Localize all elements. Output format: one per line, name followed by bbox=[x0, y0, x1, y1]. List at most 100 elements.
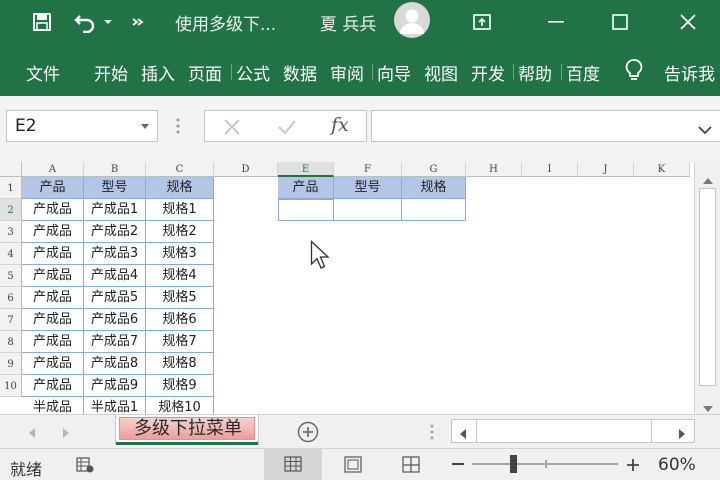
close-icon[interactable] bbox=[672, 0, 704, 44]
table-cell[interactable]: 产成品7 bbox=[84, 331, 146, 353]
table-cell[interactable]: 半成品1 bbox=[84, 397, 146, 414]
table-cell[interactable]: 产成品 bbox=[22, 243, 84, 265]
sheet-prev-icon[interactable] bbox=[28, 424, 36, 443]
undo-dropdown-icon[interactable] bbox=[100, 0, 116, 44]
table-cell[interactable]: 规格3 bbox=[146, 243, 214, 265]
scroll-left-icon[interactable] bbox=[459, 425, 467, 444]
table-cell[interactable]: 产成品8 bbox=[84, 353, 146, 375]
lightbulb-icon[interactable] bbox=[624, 58, 644, 86]
tab-wizard[interactable]: 向导 bbox=[377, 60, 411, 85]
table-cell[interactable]: 产成品2 bbox=[84, 221, 146, 243]
avatar[interactable] bbox=[394, 2, 430, 38]
column-header-j[interactable]: J bbox=[578, 162, 634, 177]
tab-home[interactable]: 开始 bbox=[94, 60, 128, 85]
row-header-5[interactable]: 5 bbox=[0, 265, 22, 287]
vertical-scroll-thumb[interactable] bbox=[699, 188, 716, 386]
table-cell[interactable]: 产成品 bbox=[22, 265, 84, 287]
row-header-2[interactable]: 2 bbox=[0, 199, 22, 221]
undo-icon[interactable] bbox=[70, 0, 100, 44]
worksheet-grid[interactable]: ABCDEFGHIJK 1 2 3 4 5 6 7 8 9 10 产品 型号 规格 产成品 产成品1 规格1… bbox=[0, 162, 694, 414]
horizontal-scrollbar[interactable] bbox=[451, 419, 695, 443]
vertical-scrollbar[interactable] bbox=[694, 162, 720, 414]
new-sheet-icon[interactable] bbox=[297, 421, 319, 447]
table-header-cell[interactable]: 型号 bbox=[84, 177, 146, 199]
scroll-up-icon[interactable] bbox=[702, 170, 714, 189]
drag-handle-icon[interactable] bbox=[176, 116, 180, 136]
column-header-k[interactable]: K bbox=[634, 162, 690, 177]
formula-input[interactable] bbox=[371, 110, 720, 142]
column-header-e[interactable]: E bbox=[278, 162, 334, 177]
page-layout-view-icon[interactable] bbox=[344, 456, 362, 477]
minimize-icon[interactable] bbox=[540, 0, 572, 44]
target-input-cell[interactable] bbox=[402, 199, 466, 221]
target-input-cell[interactable] bbox=[334, 199, 402, 221]
column-header-a[interactable]: A bbox=[22, 162, 84, 177]
page-break-view-icon[interactable] bbox=[402, 456, 420, 477]
column-header-i[interactable]: I bbox=[522, 162, 578, 177]
table-cell[interactable]: 产成品5 bbox=[84, 287, 146, 309]
expand-formula-icon[interactable] bbox=[698, 120, 712, 139]
table-cell[interactable]: 规格1 bbox=[146, 199, 214, 221]
tell-me-search[interactable]: 告诉我 bbox=[664, 60, 720, 85]
table-cell[interactable]: 规格2 bbox=[146, 221, 214, 243]
row-header-10[interactable]: 10 bbox=[0, 375, 22, 397]
table-cell[interactable]: 规格6 bbox=[146, 309, 214, 331]
table-cell[interactable]: 产成品 bbox=[22, 353, 84, 375]
tab-help[interactable]: 帮助 bbox=[518, 60, 552, 85]
sheet-tab-active[interactable]: 多级下拉菜单 bbox=[116, 415, 258, 445]
row-header-6[interactable]: 6 bbox=[0, 287, 22, 309]
table-header-cell[interactable]: 产品 bbox=[22, 177, 84, 199]
zoom-slider-thumb[interactable] bbox=[510, 455, 517, 473]
macro-record-icon[interactable] bbox=[76, 457, 94, 477]
table-cell[interactable]: 产成品 bbox=[22, 287, 84, 309]
user-name[interactable]: 夏 兵兵 bbox=[320, 10, 376, 35]
tab-page-layout[interactable]: 页面 bbox=[188, 60, 230, 85]
row-header-7[interactable]: 7 bbox=[0, 309, 22, 331]
save-icon[interactable] bbox=[26, 0, 58, 44]
column-header-h[interactable]: H bbox=[466, 162, 522, 177]
ribbon-display-icon[interactable] bbox=[466, 0, 498, 44]
table-cell[interactable]: 规格10 bbox=[146, 397, 214, 414]
enter-check-icon[interactable] bbox=[277, 118, 297, 140]
column-header-b[interactable]: B bbox=[84, 162, 146, 177]
table-cell[interactable]: 规格5 bbox=[146, 287, 214, 309]
row-header-4[interactable]: 4 bbox=[0, 243, 22, 265]
more-commands-icon[interactable] bbox=[128, 0, 148, 44]
tab-insert[interactable]: 插入 bbox=[141, 60, 175, 85]
tab-developer[interactable]: 开发 bbox=[471, 60, 511, 85]
table-cell[interactable]: 产成品4 bbox=[84, 265, 146, 287]
select-all-corner[interactable] bbox=[0, 162, 22, 177]
table-cell[interactable]: 产成品 bbox=[22, 309, 84, 331]
table-cell[interactable]: 产成品 bbox=[22, 331, 84, 353]
table-cell[interactable]: 产成品3 bbox=[84, 243, 146, 265]
table-cell[interactable]: 规格8 bbox=[146, 353, 214, 375]
table-cell[interactable]: 产成品1 bbox=[84, 199, 146, 221]
column-header-f[interactable]: F bbox=[334, 162, 402, 177]
zoom-in-icon[interactable] bbox=[626, 457, 640, 476]
table-cell[interactable]: 规格7 bbox=[146, 331, 214, 353]
row-header-8[interactable]: 8 bbox=[0, 331, 22, 353]
row-header-3[interactable]: 3 bbox=[0, 221, 22, 243]
horizontal-scroll-thumb[interactable] bbox=[476, 420, 652, 442]
maximize-icon[interactable] bbox=[604, 0, 636, 44]
tab-formulas[interactable]: 公式 bbox=[236, 60, 270, 85]
name-box[interactable]: E2 bbox=[6, 110, 158, 142]
tab-data[interactable]: 数据 bbox=[283, 60, 317, 85]
tab-review[interactable]: 审阅 bbox=[330, 60, 364, 85]
table-cell[interactable]: 产成品6 bbox=[84, 309, 146, 331]
insert-function-icon[interactable]: fx bbox=[331, 114, 349, 136]
table-cell[interactable]: 产成品 bbox=[22, 375, 84, 397]
cancel-icon[interactable] bbox=[223, 118, 241, 140]
scroll-right-icon[interactable] bbox=[678, 425, 686, 444]
tab-baidu[interactable]: 百度 bbox=[566, 60, 608, 85]
zoom-level[interactable]: 60% bbox=[658, 455, 696, 475]
row-header-1[interactable]: 1 bbox=[0, 177, 22, 199]
table-cell[interactable]: 产成品9 bbox=[84, 375, 146, 397]
normal-view-button[interactable] bbox=[264, 449, 322, 480]
sheet-next-icon[interactable] bbox=[62, 424, 70, 443]
target-header-cell[interactable]: 规格 bbox=[402, 177, 466, 199]
table-cell[interactable]: 半成品 bbox=[22, 397, 84, 414]
table-cell[interactable]: 产成品 bbox=[22, 199, 84, 221]
target-header-cell[interactable]: 产品 bbox=[278, 177, 334, 199]
column-header-c[interactable]: C bbox=[146, 162, 214, 177]
